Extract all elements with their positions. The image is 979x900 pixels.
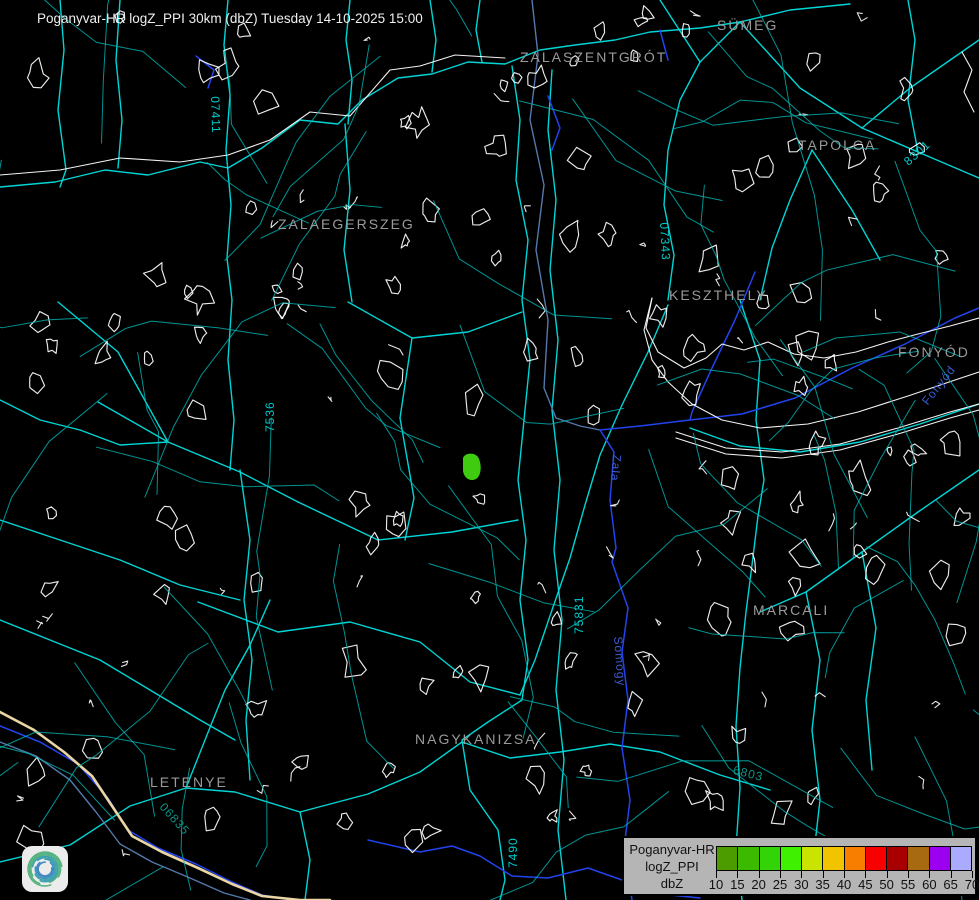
radar-map-canvas (0, 0, 979, 900)
legend-tick-label: 70 (960, 877, 979, 892)
product-title: Poganyvar-HR logZ_PPI 30km (dbZ) Tuesday… (37, 11, 423, 26)
legend-cell (907, 846, 929, 871)
legend-cell (780, 846, 802, 871)
legend-cell (716, 846, 738, 871)
legend-cell (759, 846, 781, 871)
radar-echo-cell (463, 454, 481, 480)
legend-product: logZ_PPI (628, 858, 716, 875)
spiral-icon (22, 846, 68, 892)
legend-cell (737, 846, 759, 871)
dbz-color-legend: Poganyvar-HR logZ_PPI dbZ 10152025303540… (622, 836, 977, 896)
legend-caption: Poganyvar-HR logZ_PPI dbZ (628, 841, 716, 892)
legend-site-name: Poganyvar-HR (628, 841, 716, 858)
legend-cell (865, 846, 887, 871)
legend-cell (929, 846, 951, 871)
legend-cell (950, 846, 972, 871)
radar-viewport: SÜMEGZALASZENTGRÓTTAPOLCAZALAEGERSZEGKES… (0, 0, 979, 900)
legend-unit: dbZ (628, 875, 716, 892)
legend-color-strip (716, 846, 972, 871)
legend-cell (844, 846, 866, 871)
legend-cell (886, 846, 908, 871)
legend-cell (822, 846, 844, 871)
radar-site-spiral-logo[interactable] (22, 846, 68, 892)
legend-cell (801, 846, 823, 871)
